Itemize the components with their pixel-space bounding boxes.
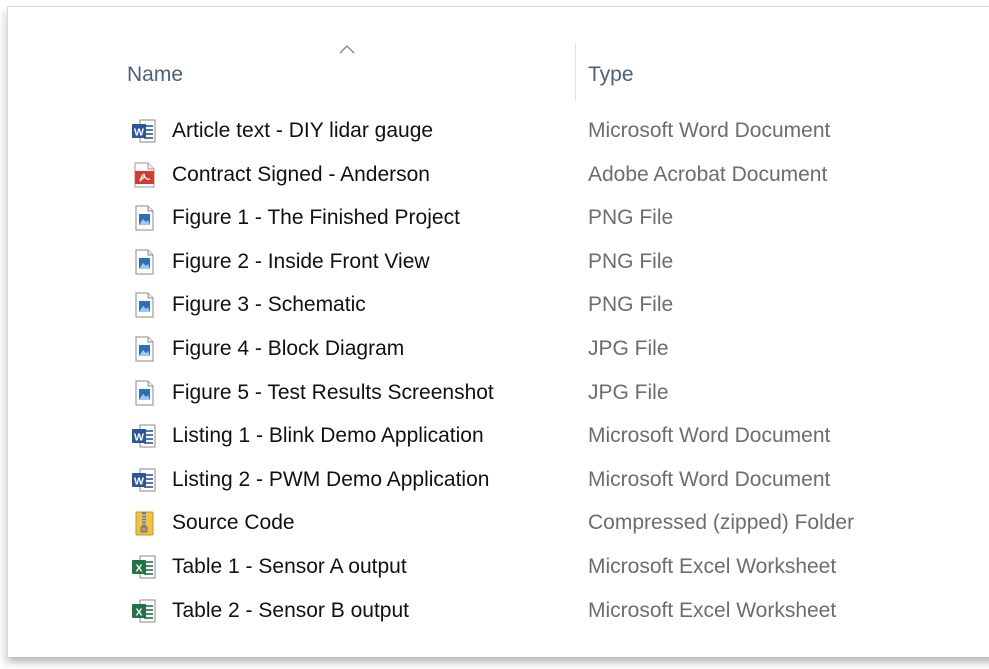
file-list: W Article text - DIY lidar gauge Microsoft…: [8, 110, 989, 633]
word-document-icon: W: [131, 466, 157, 494]
svg-text:W: W: [134, 475, 144, 487]
file-type: Microsoft Word Document: [588, 467, 831, 491]
file-type: PNG File: [588, 249, 674, 273]
file-name[interactable]: Table 2 - Sensor B output: [172, 599, 409, 623]
file-name[interactable]: Contract Signed - Anderson: [172, 163, 430, 187]
file-name[interactable]: Source Code: [172, 511, 295, 535]
svg-text:X: X: [135, 562, 142, 574]
file-row[interactable]: Contract Signed - Anderson Adobe Acrobat …: [8, 154, 989, 198]
file-name[interactable]: Figure 4 - Block Diagram: [172, 337, 404, 361]
image-file-icon: [131, 335, 157, 363]
chevron-up-icon[interactable]: [338, 43, 356, 55]
file-row[interactable]: Figure 4 - Block Diagram JPG File: [8, 328, 989, 372]
file-name[interactable]: Article text - DIY lidar gauge: [172, 119, 433, 143]
file-row[interactable]: W Listing 1 - Blink Demo Application Micro…: [8, 415, 989, 459]
file-row[interactable]: W Listing 2 - PWM Demo Application Microso…: [8, 459, 989, 503]
file-type: PNG File: [588, 293, 674, 317]
file-row[interactable]: Figure 5 - Test Results Screenshot JPG Fi…: [8, 372, 989, 416]
file-row[interactable]: Figure 1 - The Finished Project PNG File: [8, 197, 989, 241]
file-type: PNG File: [588, 206, 674, 230]
file-row[interactable]: Figure 3 - Schematic PNG File: [8, 284, 989, 328]
image-file-icon: [131, 248, 157, 276]
file-name[interactable]: Figure 2 - Inside Front View: [172, 250, 430, 274]
excel-worksheet-icon: X: [131, 597, 157, 625]
file-type: JPG File: [588, 336, 669, 360]
file-name[interactable]: Figure 5 - Test Results Screenshot: [172, 381, 494, 405]
image-file-icon: [131, 291, 157, 319]
file-name[interactable]: Listing 1 - Blink Demo Application: [172, 424, 484, 448]
zip-folder-icon: [131, 509, 157, 537]
file-name[interactable]: Listing 2 - PWM Demo Application: [172, 468, 489, 492]
file-row[interactable]: W Article text - DIY lidar gauge Microsoft…: [8, 110, 989, 154]
word-document-icon: W: [131, 422, 157, 450]
file-type: Microsoft Word Document: [588, 424, 831, 448]
file-row[interactable]: Figure 2 - Inside Front View PNG File: [8, 241, 989, 285]
column-header-name[interactable]: Name: [127, 63, 183, 87]
file-name[interactable]: Figure 1 - The Finished Project: [172, 206, 460, 230]
image-file-icon: [131, 204, 157, 232]
file-list-window: Name Type W Article text - DIY lidar gaug…: [7, 6, 989, 657]
file-type: Microsoft Excel Worksheet: [588, 598, 837, 622]
file-row[interactable]: Source Code Compressed (zipped) Folder: [8, 502, 989, 546]
file-type: Microsoft Excel Worksheet: [588, 554, 837, 578]
svg-text:W: W: [134, 127, 144, 139]
file-type: Compressed (zipped) Folder: [588, 511, 855, 535]
file-name[interactable]: Table 1 - Sensor A output: [172, 555, 407, 579]
file-row[interactable]: X Table 2 - Sensor B output Microsoft Exce…: [8, 590, 989, 634]
file-type: JPG File: [588, 380, 669, 404]
file-name[interactable]: Figure 3 - Schematic: [172, 293, 366, 317]
excel-worksheet-icon: X: [131, 553, 157, 581]
file-row[interactable]: X Table 1 - Sensor A output Microsoft Exce…: [8, 546, 989, 590]
file-type: Microsoft Word Document: [588, 119, 831, 142]
column-header-type[interactable]: Type: [588, 63, 634, 87]
svg-text:X: X: [135, 606, 142, 618]
file-type: Adobe Acrobat Document: [588, 162, 828, 186]
image-file-icon: [131, 379, 157, 407]
word-document-icon: W: [131, 117, 157, 145]
svg-text:W: W: [134, 432, 144, 444]
column-header: Name Type: [8, 7, 989, 102]
column-divider[interactable]: [575, 43, 576, 101]
pdf-document-icon: [131, 161, 157, 189]
